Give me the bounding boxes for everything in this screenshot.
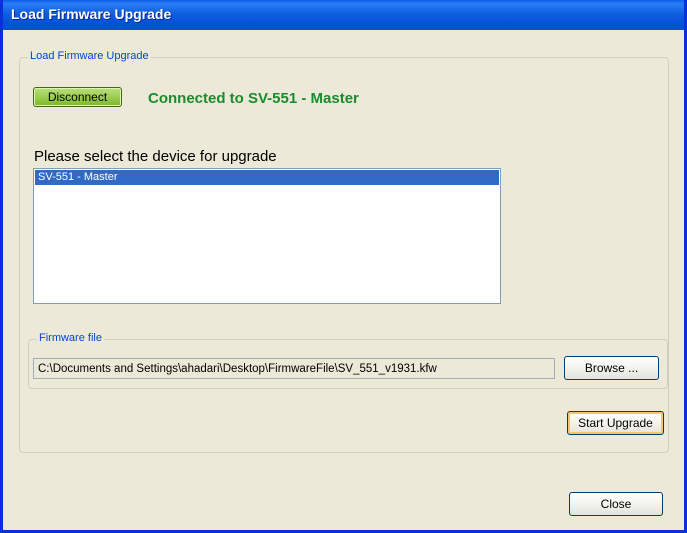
window-title: Load Firmware Upgrade [11,6,172,22]
start-upgrade-button[interactable]: Start Upgrade [567,411,664,435]
title-bar[interactable]: Load Firmware Upgrade [3,0,684,30]
connection-status: Connected to SV-551 - Master [148,90,359,107]
close-button[interactable]: Close [569,492,663,516]
firmware-dialog: Load Firmware Upgrade Load Firmware Upgr… [0,0,687,533]
device-list-item[interactable]: SV-551 - Master [35,170,499,185]
firmware-path-field[interactable]: C:\Documents and Settings\ahadari\Deskto… [33,358,555,379]
device-select-prompt: Please select the device for upgrade [34,148,277,165]
browse-button[interactable]: Browse ... [564,356,659,380]
disconnect-button[interactable]: Disconnect [33,87,122,107]
load-firmware-group-legend: Load Firmware Upgrade [28,50,151,62]
firmware-file-legend: Firmware file [37,332,104,344]
device-list[interactable]: SV-551 - Master [33,168,501,304]
